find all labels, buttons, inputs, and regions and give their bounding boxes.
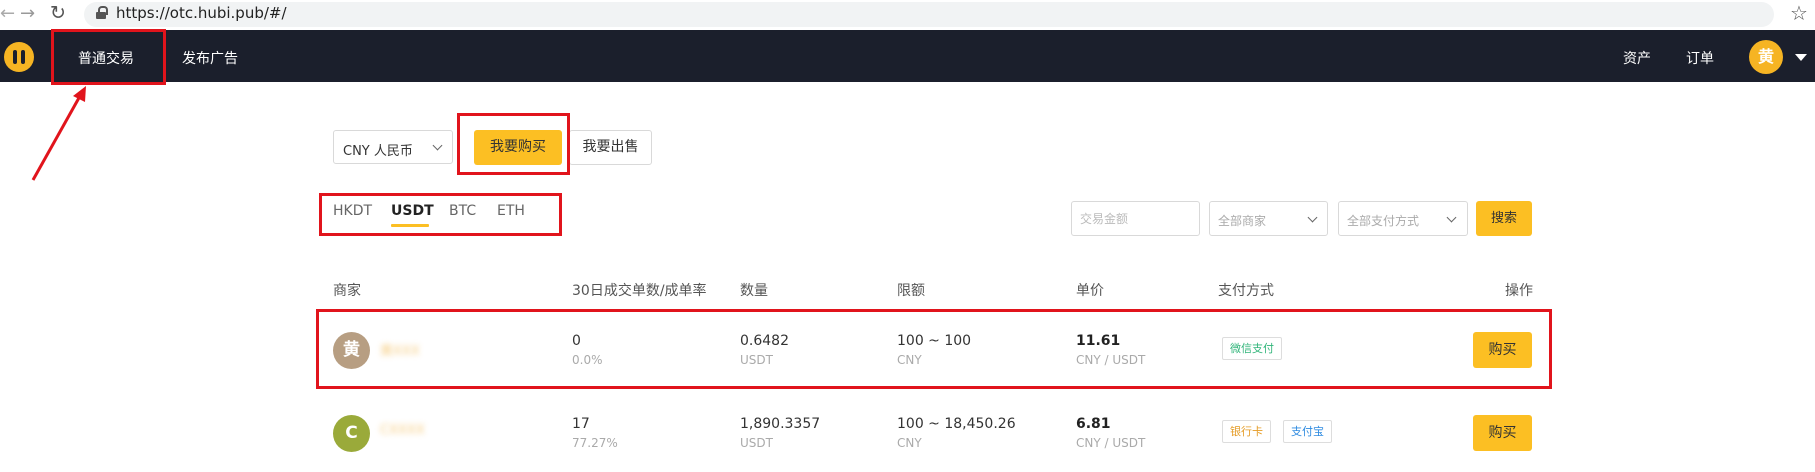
annotation-arrow (31, 86, 86, 181)
